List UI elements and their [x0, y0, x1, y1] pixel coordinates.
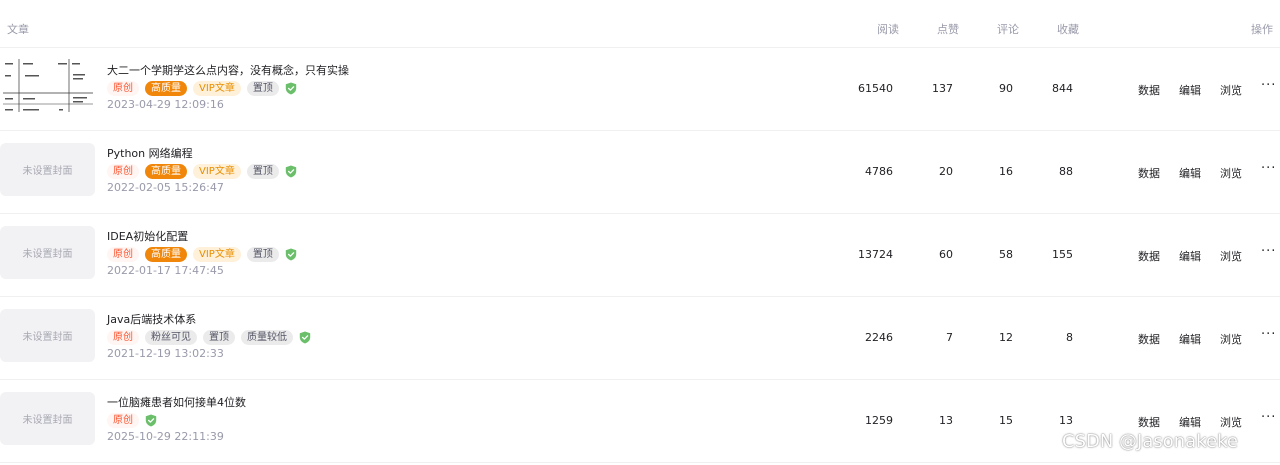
article-title[interactable]: 大二一个学期学这么点内容，没有概念，只有实操	[107, 62, 349, 78]
read-count: 4786	[865, 165, 893, 178]
like-count: 20	[939, 165, 953, 178]
article-date: 2023-04-29 12:09:16	[107, 98, 224, 111]
header-read: 阅读	[877, 23, 899, 36]
like-count: 137	[932, 82, 953, 95]
edit-button[interactable]: 编辑	[1179, 248, 1201, 264]
like-count: 13	[939, 414, 953, 427]
favorite-count: 8	[1066, 331, 1073, 344]
tag-pinned: 置顶	[246, 80, 279, 96]
shield-check-icon	[299, 331, 311, 343]
article-cover-placeholder[interactable]: 未设置封面	[0, 392, 95, 445]
more-icon[interactable]: ···	[1261, 161, 1276, 176]
article-cover-placeholder[interactable]: 未设置封面	[0, 309, 95, 362]
tag-high-quality: 高质量	[145, 80, 187, 96]
favorite-count: 844	[1052, 82, 1073, 95]
comment-count: 16	[999, 165, 1013, 178]
article-row: 大二一个学期学这么点内容，没有概念，只有实操 原创 高质量 VIP文章 置顶 2…	[0, 47, 1280, 131]
header-favorite: 收藏	[1057, 23, 1079, 36]
edit-button[interactable]: 编辑	[1179, 82, 1201, 98]
data-button[interactable]: 数据	[1138, 414, 1160, 430]
view-button[interactable]: 浏览	[1220, 165, 1242, 181]
tag-pinned: 置顶	[246, 163, 279, 179]
article-date: 2022-02-05 15:26:47	[107, 181, 224, 194]
tag-high-quality: 高质量	[145, 246, 187, 262]
article-date: 2025-10-29 22:11:39	[107, 430, 224, 443]
article-title[interactable]: 一位脑瘫患者如何接单4位数	[107, 394, 246, 410]
read-count: 13724	[858, 248, 893, 261]
shield-check-icon	[285, 82, 297, 94]
article-tags: 原创 高质量 VIP文章 置顶	[107, 80, 297, 96]
comment-count: 12	[999, 331, 1013, 344]
article-cover-image[interactable]	[3, 57, 93, 114]
tag-pinned: 置顶	[246, 246, 279, 262]
tag-fans-only: 粉丝可见	[145, 329, 197, 345]
article-tags: 原创 高质量 VIP文章 置顶	[107, 246, 297, 262]
article-tags: 原创 粉丝可见 置顶 质量较低	[107, 329, 311, 345]
more-icon[interactable]: ···	[1261, 244, 1276, 259]
view-button[interactable]: 浏览	[1220, 414, 1242, 430]
more-icon[interactable]: ···	[1261, 78, 1276, 93]
article-title[interactable]: Java后端技术体系	[107, 311, 196, 327]
data-button[interactable]: 数据	[1138, 82, 1160, 98]
tag-high-quality: 高质量	[145, 163, 187, 179]
article-title[interactable]: Python 网络编程	[107, 145, 193, 161]
article-row: 未设置封面 Python 网络编程 原创 高质量 VIP文章 置顶 2022-0…	[0, 130, 1280, 214]
comment-count: 90	[999, 82, 1013, 95]
watermark: CSDN @Jasonakeke	[1062, 431, 1238, 452]
favorite-count: 88	[1059, 165, 1073, 178]
article-cover-placeholder[interactable]: 未设置封面	[0, 143, 95, 196]
view-button[interactable]: 浏览	[1220, 248, 1242, 264]
article-title[interactable]: IDEA初始化配置	[107, 228, 188, 244]
edit-button[interactable]: 编辑	[1179, 331, 1201, 347]
cover-thumbnail-icon	[3, 57, 93, 114]
like-count: 60	[939, 248, 953, 261]
comment-count: 58	[999, 248, 1013, 261]
view-button[interactable]: 浏览	[1220, 82, 1242, 98]
data-button[interactable]: 数据	[1138, 248, 1160, 264]
tag-pinned: 置顶	[203, 329, 235, 345]
article-tags: 原创	[107, 412, 157, 428]
header-comment: 评论	[997, 23, 1019, 36]
article-cover-placeholder[interactable]: 未设置封面	[0, 226, 95, 279]
favorite-count: 155	[1052, 248, 1073, 261]
data-button[interactable]: 数据	[1138, 331, 1160, 347]
edit-button[interactable]: 编辑	[1179, 165, 1201, 181]
article-date: 2021-12-19 13:02:33	[107, 347, 224, 360]
data-button[interactable]: 数据	[1138, 165, 1160, 181]
edit-button[interactable]: 编辑	[1179, 414, 1201, 430]
article-row: 未设置封面 Java后端技术体系 原创 粉丝可见 置顶 质量较低 2021-12…	[0, 296, 1280, 380]
read-count: 61540	[858, 82, 893, 95]
tag-vip: VIP文章	[193, 80, 241, 96]
header-actions: 操作	[1251, 23, 1273, 36]
shield-check-icon	[285, 248, 297, 260]
tag-original: 原创	[107, 246, 139, 262]
shield-check-icon	[145, 414, 157, 426]
shield-check-icon	[285, 165, 297, 177]
like-count: 7	[946, 331, 953, 344]
tag-original: 原创	[107, 163, 139, 179]
tag-low-quality: 质量较低	[241, 329, 293, 345]
tag-original: 原创	[107, 80, 139, 96]
tag-vip: VIP文章	[193, 163, 241, 179]
tag-vip: VIP文章	[193, 246, 241, 262]
tag-original: 原创	[107, 329, 139, 345]
view-button[interactable]: 浏览	[1220, 331, 1242, 347]
favorite-count: 13	[1059, 414, 1073, 427]
tag-original: 原创	[107, 412, 139, 428]
comment-count: 15	[999, 414, 1013, 427]
article-tags: 原创 高质量 VIP文章 置顶	[107, 163, 297, 179]
more-icon[interactable]: ···	[1261, 327, 1276, 342]
read-count: 1259	[865, 414, 893, 427]
table-header: 文章 阅读 点赞 评论 收藏 操作	[0, 0, 1280, 48]
read-count: 2246	[865, 331, 893, 344]
article-date: 2022-01-17 17:47:45	[107, 264, 224, 277]
more-icon[interactable]: ···	[1261, 410, 1276, 425]
article-row: 未设置封面 IDEA初始化配置 原创 高质量 VIP文章 置顶 2022-01-…	[0, 213, 1280, 297]
header-article: 文章	[7, 23, 29, 36]
header-like: 点赞	[937, 23, 959, 36]
